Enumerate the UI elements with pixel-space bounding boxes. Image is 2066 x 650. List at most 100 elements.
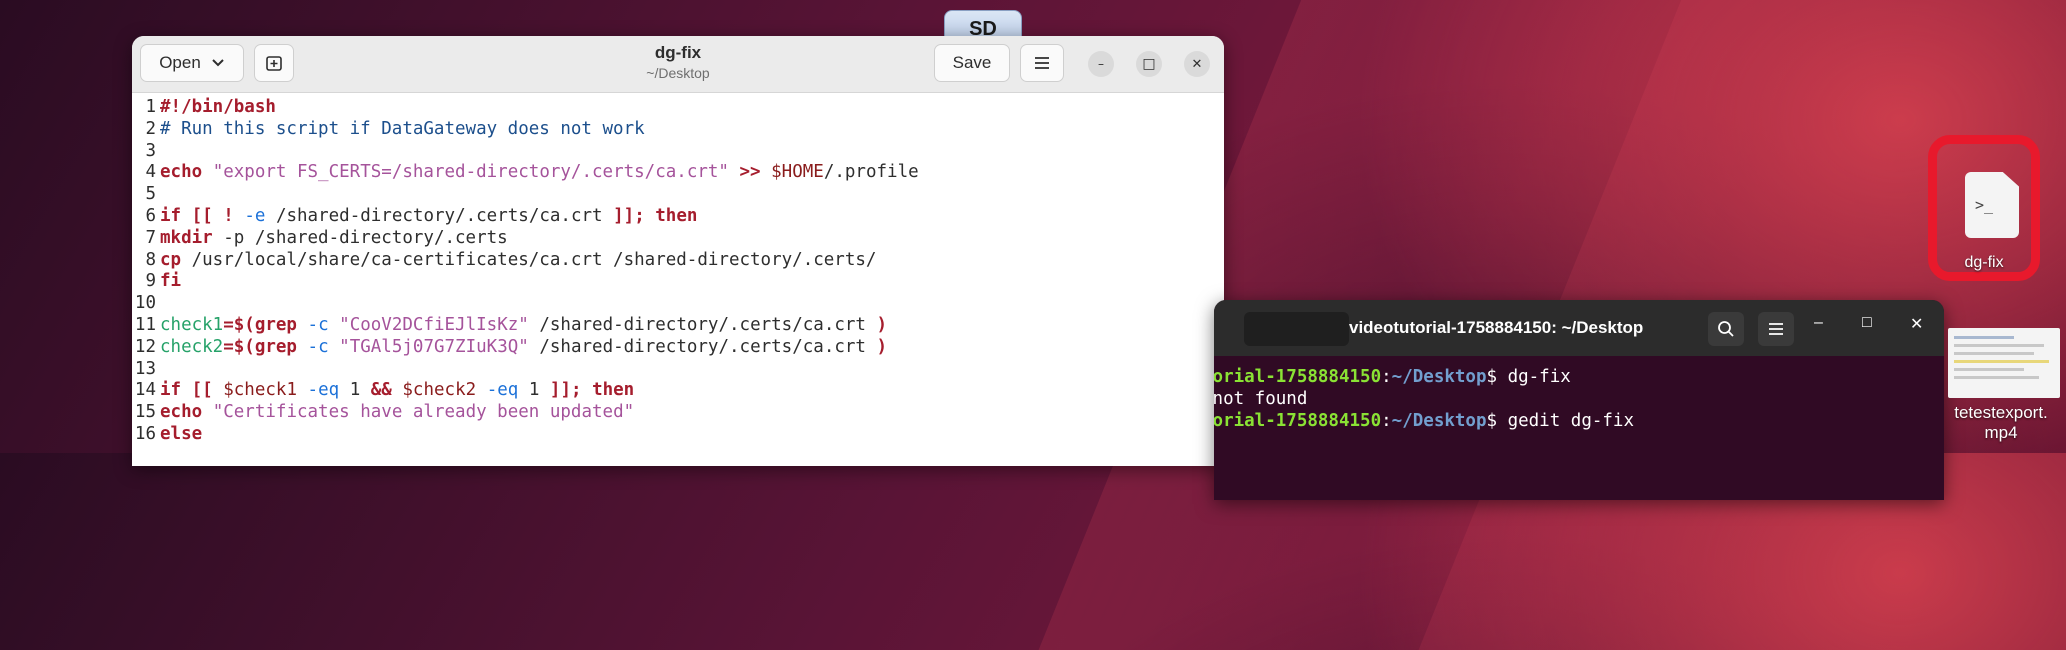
close-icon: ✕: [1910, 316, 1924, 333]
code-operator: =$(: [223, 336, 255, 357]
prompt-path: ~/Desktop: [1391, 411, 1487, 431]
prompt-host: torial-1758884150: [1214, 411, 1382, 431]
code-line: 6 if [[ ! -e /shared-directory/.certs/ca.…: [132, 206, 1224, 228]
hamburger-menu-button[interactable]: [1020, 44, 1064, 82]
desktop-icon-label: tetestexport. mp4: [1936, 403, 2066, 443]
code-line: 11 check1=$(grep -c "CooV2DCfiEJlIsKz" /s…: [132, 315, 1224, 337]
code-text: /shared-directory/.certs/ca.crt: [528, 336, 877, 357]
minimize-icon: –: [1098, 57, 1104, 71]
code-flag: -eq: [486, 380, 519, 401]
code-flag: -c: [307, 314, 329, 335]
gedit-headerbar: Open dg-fix ~/Desktop Save – □ ✕: [132, 36, 1224, 93]
line-number: 16: [134, 423, 156, 444]
code-line: 5: [132, 184, 1224, 206]
terminal-menu-button[interactable]: [1758, 312, 1794, 346]
line-number: 5: [145, 184, 156, 205]
prompt-colon: :: [1381, 367, 1392, 387]
prompt-path: ~/Desktop: [1391, 367, 1487, 387]
code-operator: =$(: [223, 314, 255, 335]
code-line: 15 echo "Certificates have already been u…: [132, 402, 1224, 424]
code-line: 2 # Run this script if DataGateway does n…: [132, 119, 1224, 141]
code-line: 10: [132, 293, 1224, 315]
line-number: 6: [145, 205, 156, 226]
search-icon: [1718, 321, 1734, 337]
line-number: 3: [145, 140, 156, 161]
code-operator: >>: [739, 162, 761, 183]
text-editor[interactable]: 1 #!/bin/bash 2 # Run this script if DataG…: [132, 93, 1224, 466]
code-text: /shared-directory/.certs/ca.crt: [275, 205, 603, 226]
line-number: 9: [145, 271, 156, 292]
code-flag: -e: [244, 205, 266, 226]
code-command: grep: [254, 336, 297, 357]
code-text: -p /shared-directory/.certs: [212, 227, 508, 248]
prompt-colon: :: [1381, 411, 1392, 431]
code-line: 7 mkdir -p /shared-directory/.certs: [132, 228, 1224, 250]
code-line: 9 fi: [132, 271, 1224, 293]
minimize-button[interactable]: –: [1088, 51, 1114, 77]
terminal-close-button[interactable]: ✕: [1910, 314, 1923, 334]
code-variable: $check2: [402, 380, 477, 401]
line-number: 7: [145, 227, 156, 248]
code-flag: -c: [307, 336, 329, 357]
terminal-window: videotutorial-1758884150: ~/Desktop – □ …: [1214, 300, 1944, 500]
terminal-search-button[interactable]: [1708, 312, 1744, 346]
code-text: /shared-directory/.certs/ca.crt: [528, 314, 877, 335]
code-variable: $check1: [223, 380, 297, 401]
code-command: mkdir: [160, 227, 213, 248]
code-line: 12 check2=$(grep -c "TGAl5j07G7ZIuK3Q" /s…: [132, 337, 1224, 359]
close-icon: ✕: [1191, 56, 1203, 72]
code-keyword: fi: [160, 271, 182, 292]
code-text: 1: [339, 380, 371, 401]
hamburger-icon: [1035, 57, 1049, 69]
line-number: 10: [134, 293, 156, 314]
line-number: 12: [134, 336, 156, 357]
video-label-line2: mp4: [1984, 423, 2018, 442]
desktop-icon-dg-fix[interactable]: >_ dg-fix: [1928, 135, 2040, 281]
code-variable: $HOME: [771, 162, 824, 183]
save-button[interactable]: Save: [934, 44, 1010, 82]
code-string: "CooV2DCfiEJlIsKz": [339, 314, 529, 335]
line-number: 4: [145, 162, 156, 183]
code-string: "export FS_CERTS=/shared-directory/.cert…: [212, 162, 729, 183]
code-command: cp: [160, 249, 182, 270]
line-number: 14: [134, 380, 156, 401]
code-line: 4 echo "export FS_CERTS=/shared-directory…: [132, 162, 1224, 184]
code-operator: &&: [370, 380, 392, 401]
line-number: 13: [134, 358, 156, 379]
code-line: 14 if [[ $check1 -eq 1 && $check2 -eq 1 ]…: [132, 380, 1224, 402]
close-button[interactable]: ✕: [1184, 51, 1210, 77]
code-command: grep: [254, 314, 297, 335]
terminal-maximize-button[interactable]: □: [1862, 314, 1872, 332]
hamburger-icon: [1769, 323, 1783, 335]
terminal-minimize-button[interactable]: –: [1814, 314, 1823, 332]
maximize-button[interactable]: □: [1136, 51, 1162, 77]
terminal-output[interactable]: torial-1758884150:~/Desktop$ dg-fix not …: [1214, 356, 1944, 432]
minimize-icon: –: [1814, 314, 1823, 331]
code-text: /usr/local/share/ca-certificates/ca.crt …: [181, 249, 877, 270]
code-operator: !: [223, 205, 234, 226]
prompt-command: $ dg-fix: [1486, 367, 1571, 387]
code-line: 8 cp /usr/local/share/ca-certificates/ca.…: [132, 250, 1224, 272]
line-number: 2: [145, 118, 156, 139]
code-text: /.profile: [823, 162, 919, 183]
prompt-command: $ gedit dg-fix: [1486, 411, 1635, 431]
terminal-line: torial-1758884150:~/Desktop$ dg-fix: [1214, 366, 1944, 388]
code-operator: ): [876, 336, 888, 357]
gedit-window: Open dg-fix ~/Desktop Save – □ ✕ 1 #!/bi…: [132, 36, 1224, 466]
terminal-output-text: not found: [1214, 389, 1308, 409]
code-keyword: echo: [160, 162, 203, 183]
terminal-headerbar: videotutorial-1758884150: ~/Desktop – □ …: [1214, 300, 1944, 356]
terminal-tab[interactable]: [1244, 312, 1349, 346]
prompt-host: torial-1758884150: [1214, 367, 1382, 387]
maximize-icon: □: [1862, 314, 1872, 331]
save-button-label: Save: [952, 53, 992, 72]
code-operator: ): [876, 314, 888, 335]
code-text: #!/bin/bash: [160, 97, 276, 117]
line-number: 8: [145, 249, 156, 270]
line-number: 1: [145, 97, 156, 117]
video-thumbnail-icon[interactable]: [1948, 328, 2060, 398]
code-variable: check2: [160, 336, 224, 357]
script-file-icon: >_: [1965, 172, 2019, 238]
code-string: "Certificates have already been updated": [212, 402, 635, 423]
code-comment: # Run this script if DataGateway does no…: [160, 118, 645, 139]
